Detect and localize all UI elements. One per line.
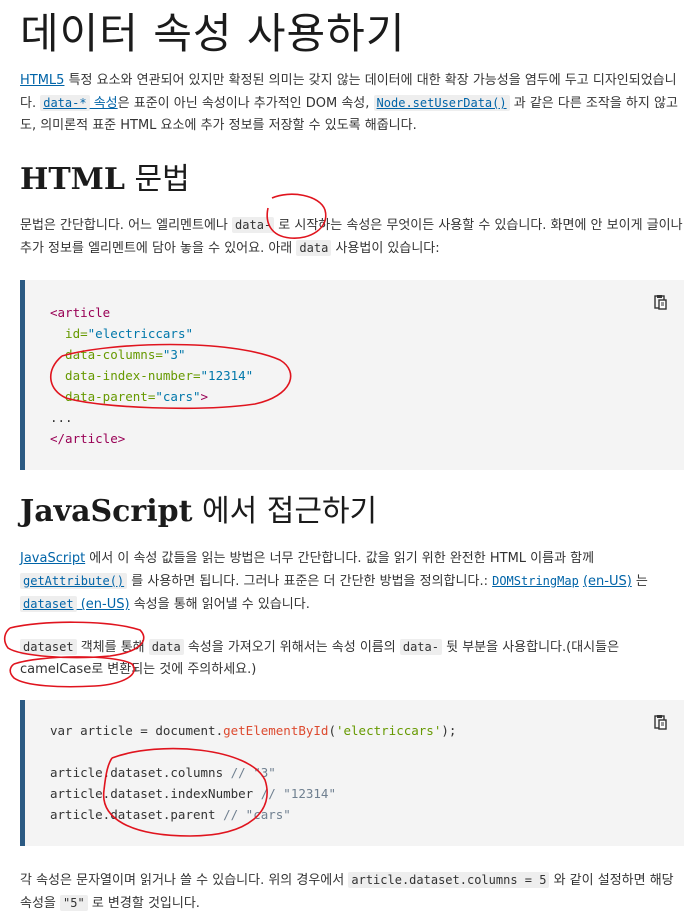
code-token: "cars" [155, 389, 201, 404]
code-line: id="electriccars" [50, 323, 684, 344]
setuserdata-link[interactable]: Node.setUserData() [373, 95, 510, 111]
inline-code-data-prefix: data- [232, 217, 275, 233]
clipboard-copy-icon[interactable] [652, 294, 668, 310]
code-line: ... [50, 407, 684, 428]
code-line: article.dataset.indexNumber // "12314" [50, 783, 684, 804]
inline-code-data-prefix: data- [399, 639, 442, 655]
getattribute-link[interactable]: getAttribute() [20, 573, 128, 589]
code-token: data-columns= [50, 347, 163, 362]
javascript-link[interactable]: JavaScript [20, 551, 85, 566]
inline-code-data: data [296, 240, 332, 256]
inline-code-assignment: article.dataset.columns = 5 [348, 872, 550, 888]
code-line: article.dataset.parent // "cars" [50, 804, 684, 825]
code-line: data-index-number="12314" [50, 365, 684, 386]
data-attribute-link[interactable]: data-* 속성 [40, 95, 118, 111]
javascript-paragraph-2: dataset 객체를 통해 data 속성을 가져오기 위해서는 속성 이름의… [20, 639, 620, 677]
html5-link[interactable]: HTML5 [20, 73, 64, 88]
code-token: article.dataset.columns [50, 765, 231, 780]
clipboard-copy-icon[interactable] [652, 714, 668, 730]
inline-code-string-value: "5" [60, 895, 88, 911]
html-code-block: <article id="electriccars" data-columns=… [20, 280, 684, 470]
code-token: // "12314" [260, 786, 336, 801]
html-syntax-paragraph: 문법은 간단합니다. 어느 엘리멘트에나 data- 로 시작하는 속성은 무엇… [20, 217, 683, 256]
code-token: id= [50, 326, 88, 341]
html-code-lines: <article id="electriccars" data-columns=… [50, 302, 684, 449]
inline-code-data: data [148, 639, 184, 655]
html-syntax-heading: HTML 문법 [20, 162, 190, 197]
code-token: // "cars" [223, 807, 291, 822]
code-token: ( [328, 723, 336, 738]
domstringmap-link[interactable]: DOMStringMap [492, 574, 579, 589]
page-title: 데이터 속성 사용하기 [20, 9, 406, 58]
code-line: </article> [50, 428, 684, 449]
code-token: article.dataset.parent [50, 807, 224, 822]
javascript-code-lines: var article = document.getElementById('e… [50, 720, 684, 825]
javascript-paragraph-3: 각 속성은 문자열이며 읽거나 쓸 수 있습니다. 위의 경우에서 articl… [20, 872, 674, 911]
code-token: ); [441, 723, 457, 738]
inline-code-dataset: dataset [20, 639, 77, 655]
javascript-access-heading: JavaScript 에서 접근하기 [20, 494, 378, 529]
code-token: var article = document. [50, 723, 224, 738]
code-token: "12314" [200, 368, 254, 383]
code-token: 'electriccars' [335, 723, 442, 738]
code-token: "electriccars" [87, 326, 193, 341]
code-token: <article [50, 305, 111, 320]
javascript-paragraph-1: JavaScript 에서 이 속성 값들을 읽는 방법은 너무 간단합니다. … [20, 551, 648, 612]
intro-paragraph: HTML5 특정 요소와 연관되어 있지만 확정된 의미는 갖지 않는 데이터에… [20, 73, 678, 133]
domstringmap-en-us-link[interactable]: (en-US) [583, 574, 632, 589]
code-token: data-index-number= [50, 368, 201, 383]
code-token: article.dataset.indexNumber [50, 786, 261, 801]
code-token: "3" [162, 347, 186, 362]
code-token: ... [50, 410, 73, 425]
code-line: data-columns="3" [50, 344, 684, 365]
code-line: article.dataset.columns // "3" [50, 762, 684, 783]
javascript-code-block: var article = document.getElementById('e… [20, 700, 684, 846]
code-token: data-parent= [50, 389, 156, 404]
code-line: var article = document.getElementById('e… [50, 720, 684, 741]
code-line: <article [50, 302, 684, 323]
code-token: getElementById [223, 723, 329, 738]
code-token: </article> [50, 431, 126, 446]
code-token: > [200, 389, 209, 404]
code-token: // "3" [230, 765, 276, 780]
dataset-link[interactable]: dataset (en-US) [20, 596, 130, 612]
code-line: data-parent="cars"> [50, 386, 684, 407]
